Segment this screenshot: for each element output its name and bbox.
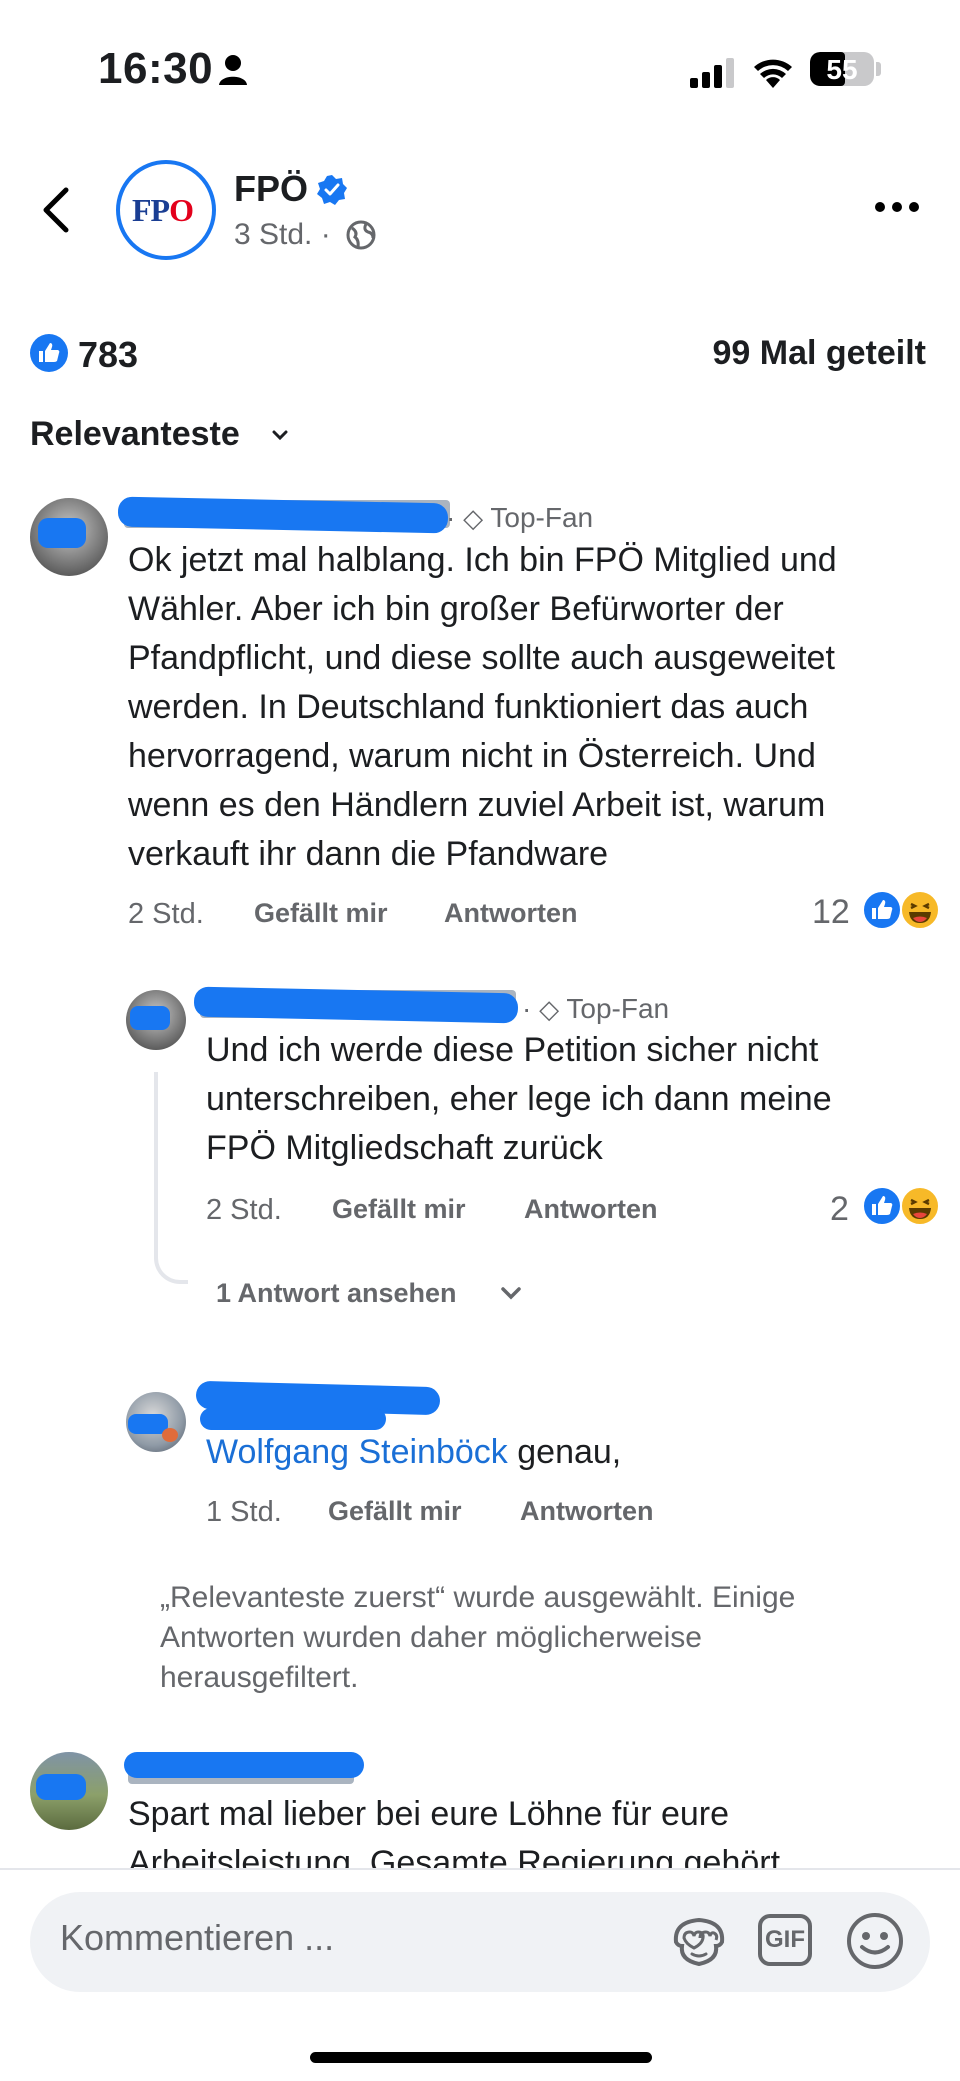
reply-button[interactable]: Antworten (444, 898, 577, 929)
reply-text: Wolfgang Steinböck genau, (206, 1433, 622, 1471)
redaction-mark (200, 1408, 386, 1430)
gif-button[interactable]: GIF (758, 1914, 812, 1966)
sort-dropdown[interactable]: Relevanteste (30, 415, 240, 454)
avatar-detail (162, 1428, 178, 1442)
commenter-avatar[interactable] (126, 1392, 186, 1452)
chevron-down-icon[interactable] (272, 429, 288, 441)
mention-link[interactable]: Wolfgang Steinböck (206, 1433, 508, 1471)
comment-reaction-count[interactable]: 2 (830, 1190, 849, 1229)
chevron-down-icon[interactable] (500, 1286, 522, 1300)
comment-time: 1 Std. (206, 1496, 282, 1528)
comment-reaction-count[interactable]: 12 (812, 893, 850, 932)
post-time: 3 Std. (234, 218, 313, 251)
divider (0, 1868, 960, 1870)
globe-icon (346, 220, 376, 250)
avatar-sticker-icon[interactable] (670, 1912, 728, 1970)
battery-icon: 55 (810, 52, 874, 86)
haha-reaction-icon (900, 890, 940, 930)
verified-badge-icon (317, 175, 347, 205)
commenter-avatar[interactable] (126, 990, 186, 1050)
share-count[interactable]: 99 Mal geteilt (712, 334, 926, 373)
fpo-logo: FPO (132, 192, 194, 228)
reaction-count[interactable]: 783 (78, 334, 138, 376)
more-options-icon[interactable] (874, 200, 920, 214)
gif-label: GIF (765, 1926, 805, 1953)
comment-input-placeholder[interactable]: Kommentieren ... (60, 1917, 334, 1959)
status-time: 16:30 (98, 44, 214, 93)
back-arrow-icon[interactable] (40, 186, 70, 234)
post-meta: 3 Std. · (234, 218, 331, 252)
person-icon (219, 55, 247, 85)
page-avatar[interactable]: FPO (116, 160, 216, 260)
meta-separator: · (320, 218, 331, 251)
reply-button[interactable]: Antworten (524, 1194, 657, 1225)
battery-tip (876, 62, 881, 76)
top-fan-badge: · ◇ Top-Fan (446, 502, 594, 533)
like-reaction-icon (862, 1186, 902, 1226)
comment-time: 2 Std. (128, 898, 204, 930)
view-replies-button[interactable]: 1 Antwort ansehen (216, 1278, 457, 1309)
battery-level: 55 (826, 54, 858, 85)
like-reaction-icon[interactable] (30, 334, 68, 372)
top-fan-badge: · ◇ Top-Fan (522, 993, 670, 1024)
wifi-icon (754, 59, 792, 88)
like-reaction-icon (862, 890, 902, 930)
redaction-mark (36, 1774, 86, 1800)
commenter-avatar[interactable] (30, 498, 108, 576)
comment-time: 2 Std. (206, 1194, 282, 1226)
signal-icon (690, 58, 734, 88)
redaction-mark (38, 518, 86, 548)
home-indicator (310, 2052, 652, 2063)
filter-notice: „Relevanteste zuerst“ wurde ausgewählt. … (160, 1581, 796, 1694)
redaction-mark (130, 1006, 170, 1030)
comment-text: Ok jetzt mal halblang. Ich bin FPÖ Mitgl… (128, 541, 837, 873)
reply-text: Und ich werde diese Petition sicher nich… (206, 1031, 832, 1167)
emoji-icon[interactable] (846, 1912, 904, 1970)
thread-line (154, 1072, 188, 1284)
like-button[interactable]: Gefällt mir (328, 1496, 462, 1527)
commenter-avatar[interactable] (30, 1752, 108, 1830)
reply-button[interactable]: Antworten (520, 1496, 653, 1527)
like-button[interactable]: Gefällt mir (332, 1194, 466, 1225)
redaction-mark (124, 1752, 364, 1778)
haha-reaction-icon (900, 1186, 940, 1226)
page-name[interactable]: FPÖ (234, 168, 308, 210)
like-button[interactable]: Gefällt mir (254, 898, 388, 929)
